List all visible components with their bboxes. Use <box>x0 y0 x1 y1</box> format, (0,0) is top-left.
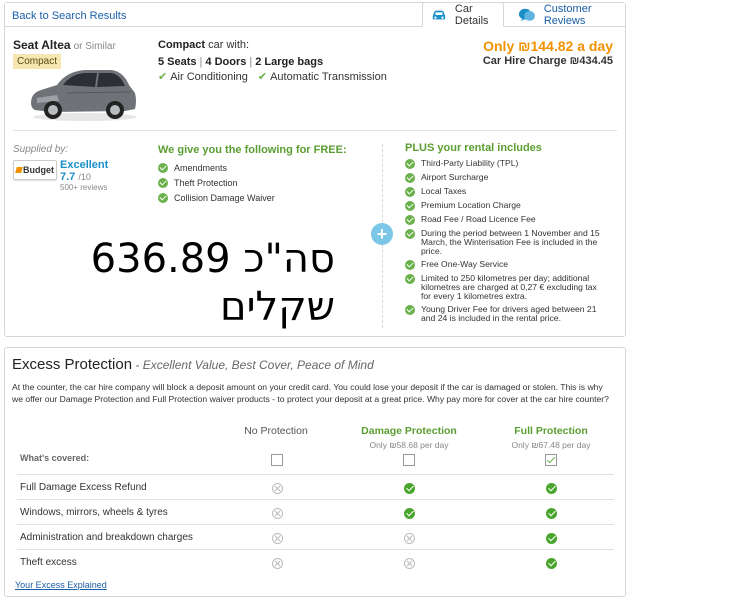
plus-icon: + <box>371 223 393 245</box>
budget-logo-icon <box>15 167 23 173</box>
tick-icon: ✔ <box>158 71 168 83</box>
cross-icon <box>272 558 283 569</box>
check-icon <box>405 274 415 284</box>
list-item: Free One-Way Service <box>405 260 605 270</box>
check-icon <box>405 215 415 225</box>
list-item: Airport Surcharge <box>405 173 605 183</box>
feature-line: ✔ Air Conditioning ✔ Automatic Transmissio… <box>158 70 387 83</box>
spec-category: Compact <box>158 39 206 51</box>
tab-customer-reviews[interactable]: Customer Reviews <box>514 2 626 27</box>
excess-subtitle: - Excellent Value, Best Cover, Peace of … <box>132 358 374 372</box>
row-label: Administration and breakdown charges <box>20 532 193 543</box>
car-model: Seat Altea <box>13 38 71 52</box>
list-item: During the period between 1 November and… <box>405 229 605 256</box>
cross-icon <box>272 508 283 519</box>
check-icon <box>405 201 415 211</box>
cross-icon <box>404 533 415 544</box>
speech-bubbles-icon <box>518 8 535 21</box>
full-protection-checkbox[interactable] <box>545 454 557 466</box>
row-divider <box>17 524 614 525</box>
annotation-line-1: סה"כ 636.89 <box>90 236 335 282</box>
check-icon <box>404 508 415 519</box>
whats-covered-label: What's covered: <box>20 453 90 463</box>
free-items-list: Amendments Theft Protection Collision Da… <box>158 160 275 205</box>
check-icon <box>158 177 168 188</box>
car-image <box>31 70 137 121</box>
check-icon <box>158 162 168 173</box>
list-item: Limited to 250 kilometres per day; addit… <box>405 274 605 301</box>
cross-icon <box>272 533 283 544</box>
spec-suffix: car with: <box>208 39 250 51</box>
car-name: Seat Altea or Similar <box>13 38 116 52</box>
list-item: Collision Damage Waiver <box>158 190 275 205</box>
spec-header: Compact car with: <box>158 39 249 51</box>
check-icon <box>405 305 415 315</box>
row-divider <box>17 549 614 550</box>
cross-icon <box>272 483 283 494</box>
excess-protection-panel: Excess Protection - Excellent Value, Bes… <box>4 347 626 597</box>
price-per-day: Only ₪144.82 a day <box>483 38 613 54</box>
supplier-logo: Budget <box>13 160 57 180</box>
check-icon <box>546 483 557 494</box>
row-divider <box>17 474 614 475</box>
damage-protection-checkbox[interactable] <box>403 454 415 466</box>
list-item: Road Fee / Road Licence Fee <box>405 215 605 225</box>
column-damage-protection: Damage Protection Only ₪58.68 per day <box>361 425 457 450</box>
check-icon <box>546 508 557 519</box>
back-to-results-link[interactable]: Back to Search Results <box>12 10 126 22</box>
feature-air-conditioning: ✔ Air Conditioning <box>158 71 248 83</box>
column-full-protection: Full Protection Only ₪67.48 per day <box>511 425 591 450</box>
car-icon <box>432 10 446 19</box>
spec-line: 5 Seats | 4 Doors | 2 Large bags <box>158 56 324 68</box>
tab-customer-reviews-label: Customer Reviews <box>543 2 592 27</box>
check-icon <box>405 260 415 270</box>
check-icon <box>405 159 415 169</box>
tab-car-details-label: Car Details <box>454 2 489 27</box>
rating-word: Excellent <box>60 159 109 171</box>
check-icon <box>546 558 557 569</box>
bags-spec: 2 Large bags <box>255 56 324 68</box>
annotation-line-2: שקלים <box>220 284 335 330</box>
excess-description: At the counter, the car hire company wil… <box>12 382 609 404</box>
feature-automatic: ✔ Automatic Transmission <box>257 71 387 83</box>
check-icon <box>546 533 557 544</box>
seats-spec: 5 Seats <box>158 56 197 68</box>
row-label: Theft excess <box>20 557 77 568</box>
check-icon <box>158 192 168 203</box>
supplied-by-label: Supplied by: <box>13 144 69 155</box>
free-items-title: We give you the following for FREE: <box>158 144 347 156</box>
rental-includes-list: Third-Party Liability (TPL) Airport Surc… <box>405 159 605 327</box>
total-price-annotation: סה"כ 636.89 שקלים <box>65 235 335 331</box>
list-item: Local Taxes <box>405 187 605 197</box>
review-count: 500+ reviews <box>60 183 108 192</box>
excess-explained-link[interactable]: Your Excess Explained <box>15 580 107 590</box>
list-item: Young Driver Fee for drivers aged betwee… <box>405 305 605 323</box>
top-bar: Back to Search Results Car Details Custo… <box>5 2 626 27</box>
check-icon <box>405 187 415 197</box>
tab-car-details[interactable]: Car Details <box>422 2 504 27</box>
column-no-protection: No Protection <box>244 425 308 437</box>
no-protection-checkbox[interactable] <box>271 454 283 466</box>
row-label: Full Damage Excess Refund <box>20 482 147 493</box>
divider <box>13 130 617 131</box>
tick-icon: ✔ <box>257 71 268 83</box>
list-item: Premium Location Charge <box>405 201 605 211</box>
doors-spec: 4 Doors <box>205 56 247 68</box>
excess-title: Excess Protection - Excellent Value, Bes… <box>12 356 374 373</box>
list-item: Third-Party Liability (TPL) <box>405 159 605 169</box>
list-item: Amendments <box>158 160 275 175</box>
row-divider <box>17 499 614 500</box>
check-icon <box>405 229 415 239</box>
check-icon <box>404 483 415 494</box>
or-similar-label: or Similar <box>73 41 116 52</box>
cross-icon <box>404 558 415 569</box>
check-icon <box>405 173 415 183</box>
car-hire-charge: Car Hire Charge ₪434.45 <box>482 55 613 67</box>
rental-includes-title: PLUS your rental includes <box>405 142 542 154</box>
list-item: Theft Protection <box>158 175 275 190</box>
rating-score: 7.7 /10 <box>60 171 91 183</box>
car-details-panel: Back to Search Results Car Details Custo… <box>4 2 626 337</box>
row-label: Windows, mirrors, wheels & tyres <box>20 507 168 518</box>
